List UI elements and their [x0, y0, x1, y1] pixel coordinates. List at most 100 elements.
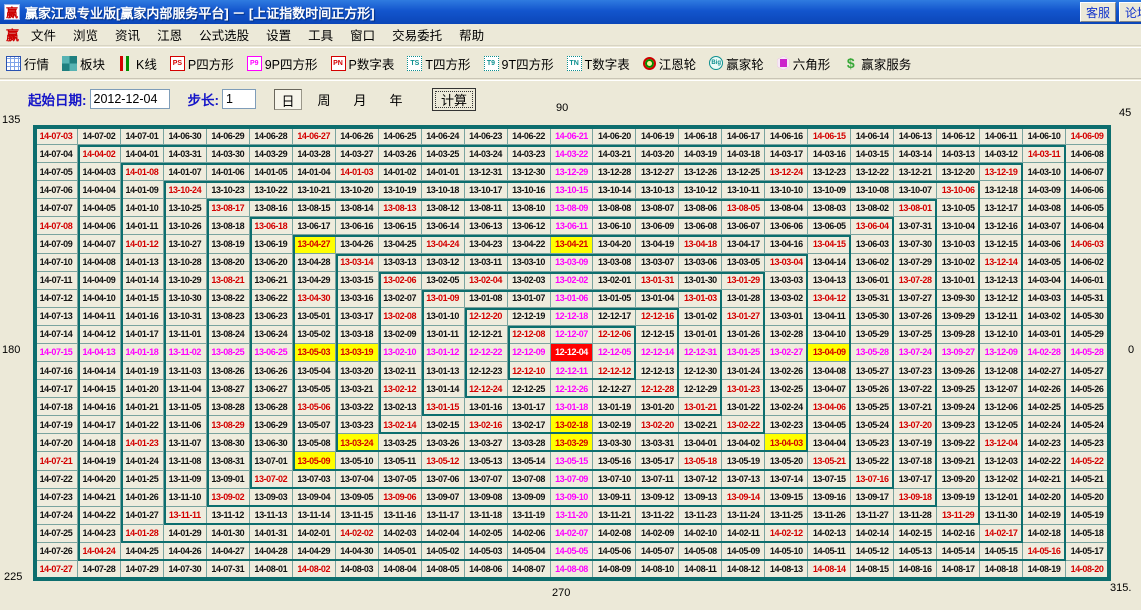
date-cell[interactable]: 14-03-15: [851, 145, 894, 163]
date-cell[interactable]: 14-02-26: [1023, 380, 1066, 398]
date-cell[interactable]: 13-01-13: [422, 362, 465, 380]
date-cell[interactable]: 14-02-13: [808, 525, 851, 543]
date-cell[interactable]: 14-02-19: [1023, 507, 1066, 525]
date-cell[interactable]: 13-02-08: [379, 308, 422, 326]
date-cell[interactable]: 14-05-27: [1066, 362, 1109, 380]
date-cell[interactable]: 13-01-28: [722, 290, 765, 308]
date-cell[interactable]: 14-08-19: [1023, 561, 1066, 579]
date-cell[interactable]: 13-10-19: [379, 181, 422, 199]
date-cell[interactable]: 14-08-18: [980, 561, 1023, 579]
date-cell[interactable]: 13-12-17: [980, 199, 1023, 217]
date-cell[interactable]: 13-02-07: [379, 290, 422, 308]
date-cell[interactable]: 14-04-26: [164, 543, 207, 561]
date-cell[interactable]: 13-01-18: [551, 398, 594, 416]
date-cell[interactable]: 13-11-05: [164, 398, 207, 416]
date-cell[interactable]: 14-07-03: [35, 127, 78, 145]
date-cell[interactable]: 14-04-17: [78, 416, 121, 434]
date-cell[interactable]: 13-08-21: [207, 272, 250, 290]
date-cell[interactable]: 13-08-05: [722, 199, 765, 217]
date-cell[interactable]: 14-02-01: [293, 525, 336, 543]
date-cell[interactable]: 13-02-13: [379, 398, 422, 416]
date-cell[interactable]: 13-07-26: [894, 308, 937, 326]
date-cell[interactable]: 13-09-11: [593, 489, 636, 507]
date-cell[interactable]: 13-06-26: [250, 362, 293, 380]
date-cell[interactable]: 13-01-12: [422, 344, 465, 362]
date-cell[interactable]: 13-07-05: [379, 471, 422, 489]
date-cell[interactable]: 13-03-08: [593, 254, 636, 272]
date-cell[interactable]: 14-01-30: [207, 525, 250, 543]
date-cell[interactable]: 13-11-01: [164, 326, 207, 344]
date-cell[interactable]: 14-04-04: [78, 181, 121, 199]
date-cell[interactable]: 12-12-11: [551, 362, 594, 380]
date-cell[interactable]: 13-05-17: [636, 452, 679, 470]
date-cell[interactable]: 13-12-19: [980, 163, 1023, 181]
date-cell[interactable]: 13-05-23: [851, 434, 894, 452]
date-cell[interactable]: 13-09-15: [765, 489, 808, 507]
date-cell[interactable]: 14-04-08: [78, 254, 121, 272]
date-cell[interactable]: 12-12-09: [508, 344, 551, 362]
date-cell[interactable]: 14-07-17: [35, 380, 78, 398]
date-cell[interactable]: 14-07-23: [35, 489, 78, 507]
date-cell[interactable]: 14-05-21: [1066, 471, 1109, 489]
date-cell[interactable]: 13-06-07: [722, 217, 765, 235]
date-cell[interactable]: 13-08-28: [207, 398, 250, 416]
date-cell[interactable]: 13-08-11: [465, 199, 508, 217]
date-cell[interactable]: 14-07-04: [35, 145, 78, 163]
toolbar-item-winner-wheel[interactable]: Big赢家轮: [709, 54, 764, 73]
date-cell[interactable]: 14-02-04: [422, 525, 465, 543]
date-cell[interactable]: 14-07-20: [35, 434, 78, 452]
date-cell[interactable]: 14-03-17: [765, 145, 808, 163]
date-cell[interactable]: 14-03-01: [1023, 326, 1066, 344]
date-cell[interactable]: 13-09-17: [851, 489, 894, 507]
date-cell[interactable]: 13-12-09: [980, 344, 1023, 362]
date-cell[interactable]: 14-08-01: [250, 561, 293, 579]
date-cell[interactable]: 13-03-03: [765, 272, 808, 290]
date-cell[interactable]: 13-07-07: [465, 471, 508, 489]
date-cell[interactable]: 14-03-14: [894, 145, 937, 163]
date-cell[interactable]: 14-02-28: [1023, 344, 1066, 362]
date-cell[interactable]: 13-02-22: [722, 416, 765, 434]
date-cell[interactable]: 13-02-24: [765, 398, 808, 416]
date-cell[interactable]: 13-09-25: [937, 380, 980, 398]
date-cell[interactable]: 14-07-02: [78, 127, 121, 145]
toolbar-item-quote[interactable]: 行情: [6, 54, 49, 73]
date-cell[interactable]: 13-11-13: [250, 507, 293, 525]
date-cell[interactable]: 13-12-01: [980, 489, 1023, 507]
date-cell[interactable]: 13-12-25: [722, 163, 765, 181]
date-cell[interactable]: 14-03-04: [1023, 272, 1066, 290]
date-cell[interactable]: 13-10-12: [679, 181, 722, 199]
date-cell[interactable]: 13-07-19: [894, 434, 937, 452]
date-cell[interactable]: 14-04-16: [78, 398, 121, 416]
date-cell[interactable]: 14-06-20: [593, 127, 636, 145]
date-cell[interactable]: 14-07-01: [121, 127, 164, 145]
date-cell[interactable]: 14-05-04: [508, 543, 551, 561]
date-cell[interactable]: 14-06-14: [851, 127, 894, 145]
date-cell[interactable]: 14-07-14: [35, 326, 78, 344]
date-cell[interactable]: 14-01-24: [121, 452, 164, 470]
date-cell[interactable]: 13-02-28: [765, 326, 808, 344]
date-cell[interactable]: 13-01-21: [679, 398, 722, 416]
date-cell[interactable]: 14-07-18: [35, 398, 78, 416]
date-cell[interactable]: 13-08-26: [207, 362, 250, 380]
date-cell[interactable]: 13-02-09: [379, 326, 422, 344]
date-cell[interactable]: 13-12-21: [894, 163, 937, 181]
date-cell[interactable]: 12-12-05: [593, 344, 636, 362]
date-cell[interactable]: 12-12-27: [593, 380, 636, 398]
date-cell[interactable]: 13-06-03: [851, 235, 894, 253]
date-cell[interactable]: 14-05-09: [722, 543, 765, 561]
date-cell[interactable]: 13-06-10: [593, 217, 636, 235]
date-cell[interactable]: 13-07-17: [894, 471, 937, 489]
menu-item-formula-stock-picker[interactable]: 公式选股: [199, 25, 249, 44]
date-cell[interactable]: 13-03-20: [336, 362, 379, 380]
date-cell[interactable]: 13-04-22: [508, 235, 551, 253]
date-cell[interactable]: 14-01-31: [250, 525, 293, 543]
toolbar-item-sectors[interactable]: 板块: [62, 54, 105, 73]
date-cell[interactable]: 13-01-27: [722, 308, 765, 326]
date-cell[interactable]: 13-05-01: [293, 308, 336, 326]
date-cell[interactable]: 13-03-15: [336, 272, 379, 290]
date-cell[interactable]: 14-07-28: [78, 561, 121, 579]
date-cell[interactable]: 13-10-13: [636, 181, 679, 199]
date-cell[interactable]: 14-02-08: [593, 525, 636, 543]
date-cell[interactable]: 13-11-03: [164, 362, 207, 380]
date-cell[interactable]: 13-05-11: [379, 452, 422, 470]
